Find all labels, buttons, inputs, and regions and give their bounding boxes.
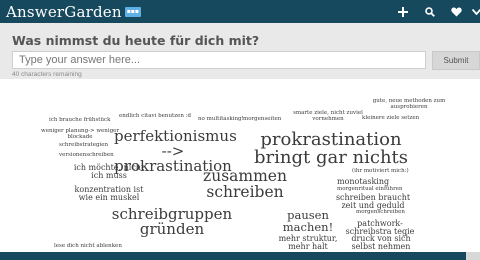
cloud-word[interactable]: kleinere ziele setzen — [362, 115, 419, 122]
top-navbar: AnswerGarden ▪▪▪ — [0, 0, 480, 23]
cloud-word[interactable]: morgenschreiben — [356, 209, 405, 216]
search-button[interactable] — [420, 0, 440, 23]
cloud-word[interactable]: prokrastination bringt gar nichts — [245, 131, 417, 167]
characters-remaining: 40 characters remaining — [12, 71, 82, 78]
cloud-word[interactable]: weniger planung-> weniger blockade — [38, 128, 122, 140]
speech-flag-icon: ▪▪▪ — [124, 7, 141, 17]
submit-button[interactable]: Submit — [432, 51, 480, 70]
answer-cloud: ich brauche frühstück endlich citavi ben… — [0, 85, 480, 250]
cloud-word[interactable]: schreiben braucht zeit und geduld — [335, 194, 411, 210]
cloud-word[interactable]: smarte ziele, nicht zuviel vornehmen — [288, 110, 368, 122]
add-button[interactable] — [393, 0, 413, 23]
cloud-word[interactable]: mehr struktur, mehr halt — [272, 235, 344, 251]
cloud-word[interactable]: lese dich nicht ablenken — [54, 243, 122, 250]
cloud-word[interactable]: no multitasking! — [198, 116, 244, 123]
cloud-word[interactable]: monotasking — [337, 178, 389, 186]
brand-name: AnswerGarden — [6, 3, 122, 21]
bottom-bar — [0, 252, 480, 260]
favorite-button[interactable] — [446, 0, 466, 23]
cloud-word[interactable]: endlich citavi benutzen :d — [119, 113, 191, 120]
answer-input[interactable] — [12, 51, 426, 69]
search-icon — [425, 6, 435, 17]
cloud-word[interactable]: ich möchte, nicht ich muss — [73, 164, 145, 180]
cloud-word[interactable]: (ihr motiviert mich:) — [352, 168, 409, 175]
cloud-word[interactable]: konzentration ist wie ein muskel — [74, 186, 144, 202]
cloud-word[interactable]: druck von sich selbst nehmen — [345, 235, 417, 251]
plus-icon — [398, 6, 408, 17]
chevron-down-icon — [471, 8, 480, 15]
menu-dropdown-button[interactable] — [466, 0, 480, 23]
cloud-word[interactable]: gute, neue methoden zum ausprobieren — [368, 98, 450, 110]
cloud-word[interactable]: schreibgruppen gründen — [102, 207, 242, 237]
cloud-word[interactable]: ich brauche frühstück — [49, 117, 110, 124]
cloud-word[interactable]: morgenritual einführen — [337, 186, 403, 193]
cloud-word[interactable]: morgenseiten — [243, 116, 281, 123]
heart-icon — [450, 7, 462, 16]
question-title: Was nimmst du heute für dich mit? — [12, 33, 260, 48]
cloud-word[interactable]: schreibstrategien — [59, 142, 108, 149]
cloud-word[interactable]: pausen machen! — [275, 209, 341, 233]
cloud-word[interactable]: zusammen schreiben — [195, 168, 295, 200]
answer-panel: Was nimmst du heute für dich mit? Submit… — [0, 23, 480, 79]
brand-logo[interactable]: AnswerGarden ▪▪▪ — [6, 2, 141, 22]
cloud-word[interactable]: versionenschreiben — [59, 152, 114, 159]
